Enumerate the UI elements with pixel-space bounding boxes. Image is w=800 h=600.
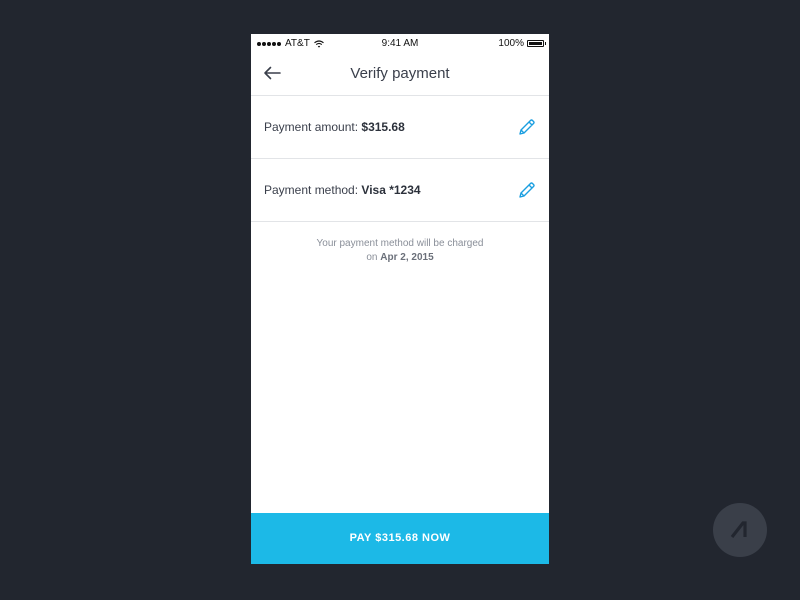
battery-percentage: 100% <box>498 38 524 49</box>
phone-screen: AT&T 9:41 AM 100% Verify payment Payment… <box>251 34 549 564</box>
payment-amount-text: Payment amount: $315.68 <box>264 120 405 134</box>
payment-method-value: Visa *1234 <box>361 183 421 197</box>
charge-notice-line1: Your payment method will be charged <box>316 238 484 249</box>
payment-method-row: Payment method: Visa *1234 <box>251 159 549 222</box>
payment-amount-label: Payment amount: <box>264 120 359 134</box>
page-title: Verify payment <box>350 65 450 82</box>
battery-icon <box>527 40 546 47</box>
charge-notice-prefix: on <box>366 252 378 263</box>
pencil-icon <box>519 119 535 135</box>
edit-payment-method-button[interactable] <box>517 180 537 200</box>
charge-notice-line2: on Apr 2, 2015 <box>251 251 549 265</box>
pay-now-button[interactable]: PAY $315.68 NOW <box>251 513 549 564</box>
pencil-icon <box>519 182 535 198</box>
charge-notice: Your payment method will be charged on A… <box>251 237 549 265</box>
payment-amount-row: Payment amount: $315.68 <box>251 96 549 159</box>
status-bar: AT&T 9:41 AM 100% <box>251 34 549 52</box>
status-right: 100% <box>498 38 546 49</box>
payment-amount-value: $315.68 <box>361 120 405 134</box>
edit-payment-amount-button[interactable] <box>517 117 537 137</box>
payment-method-text: Payment method: Visa *1234 <box>264 183 421 197</box>
brand-logo-icon <box>713 503 767 557</box>
charge-date: Apr 2, 2015 <box>380 252 434 263</box>
payment-method-label: Payment method: <box>264 183 359 197</box>
navigation-bar: Verify payment <box>251 52 549 96</box>
